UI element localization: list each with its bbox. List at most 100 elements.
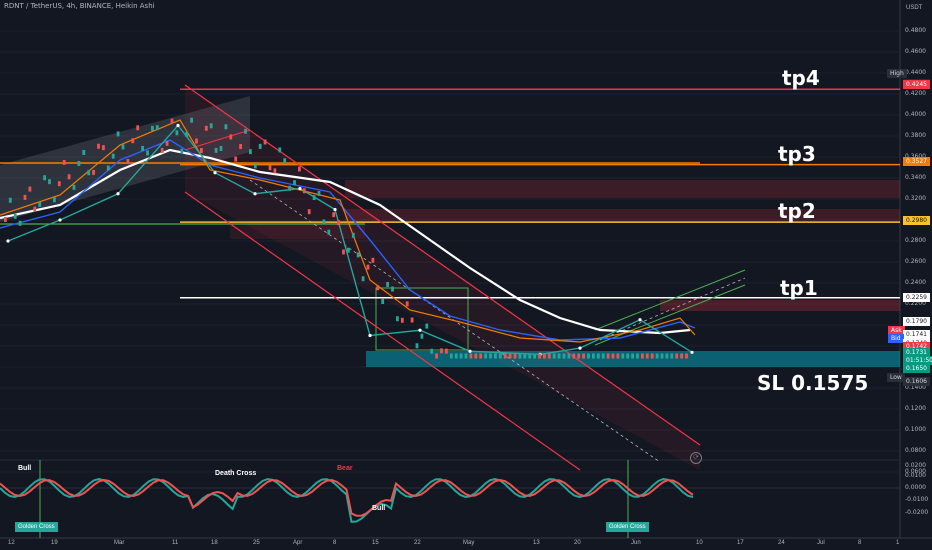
indicator-tick-label: 0.0000 [905, 484, 926, 491]
candle-body [631, 353, 634, 359]
channel-upper-line [184, 84, 701, 446]
candle-body [449, 353, 453, 359]
candle-body [538, 353, 541, 359]
price-tick-label: 0.2600 [905, 258, 926, 265]
price-tick-label: 0.4000 [905, 111, 926, 118]
price-point [690, 350, 694, 354]
tag-high-label: High [887, 69, 907, 78]
price-point [333, 207, 337, 212]
candle-body [53, 197, 56, 203]
price-tick-label: 0.1200 [905, 405, 926, 412]
candle-body [121, 144, 125, 150]
candle-body [645, 353, 649, 359]
candle-body [337, 220, 340, 226]
candle-body [567, 353, 571, 359]
candle-body [508, 353, 512, 359]
price-point [578, 346, 582, 350]
price-point [418, 328, 422, 332]
candle-body [170, 118, 174, 124]
candle-body [253, 163, 257, 169]
candle-body [258, 143, 262, 149]
candle-body [415, 343, 419, 349]
tag-zone: 0.1650 [903, 364, 930, 373]
candle-body [582, 353, 585, 359]
candle-body [523, 353, 527, 359]
candle-body [273, 168, 277, 174]
tp3-label: tp3 [778, 142, 816, 166]
indicator-label-bull-2: Bull [372, 505, 386, 512]
candle-body [67, 174, 71, 180]
candle-body [606, 353, 610, 359]
candle-body [513, 353, 517, 359]
candle-body [322, 219, 326, 225]
price-tick-label: 0.0800 [905, 447, 926, 454]
candle-body [484, 353, 487, 359]
candle-body [200, 148, 203, 154]
candle-body [371, 257, 375, 263]
candle-body [621, 353, 625, 359]
resistance-zone-1 [345, 180, 900, 198]
indicator-label-death-cross: Death Cross [215, 470, 257, 477]
candle-body [552, 353, 556, 359]
candle-body [77, 160, 81, 166]
candle-body [425, 323, 429, 329]
descending-channel-fill [185, 85, 700, 470]
time-tick-label: 8 [858, 540, 862, 546]
price-point [116, 192, 120, 196]
candle-body [503, 353, 507, 359]
candle-body [263, 139, 267, 145]
golden-cross-left: Golden Cross [15, 522, 58, 532]
candle-body [547, 353, 551, 359]
demand-box-1 [230, 223, 365, 239]
candle-body [410, 317, 414, 323]
tag-low-value: 0.1606 [903, 377, 930, 386]
time-tick-label: 12 [8, 540, 15, 546]
candle-body [8, 197, 12, 203]
candle-body [391, 286, 394, 292]
candle-body [680, 353, 683, 359]
candle-body [464, 353, 468, 359]
candle-body [72, 184, 76, 190]
price-point [176, 123, 180, 128]
price-tick-label: 0.1000 [905, 426, 926, 433]
candle-body [165, 140, 169, 146]
candle-body [430, 348, 434, 354]
candle-body [87, 170, 91, 176]
candle-body [650, 353, 654, 359]
candle-body [459, 353, 463, 359]
candle-body [366, 264, 370, 270]
candle-body [23, 194, 27, 200]
price-tick-label: 0.4400 [905, 69, 926, 76]
candle-body [298, 166, 301, 172]
price-tick-label: 0.4800 [905, 27, 926, 34]
tag-ask-value: 0.1790 [903, 317, 930, 326]
candle-body [13, 213, 17, 219]
candle-body [641, 353, 644, 359]
tag-tp4: 0.4245 [903, 80, 930, 89]
candle-body [577, 353, 581, 359]
candle-body [116, 131, 120, 137]
time-tick-label: 8 [333, 540, 337, 546]
candle-body [616, 353, 620, 359]
candle-body [670, 353, 674, 359]
candle-body [106, 165, 110, 171]
candle-body [312, 195, 316, 201]
candle-body [180, 148, 184, 154]
price-tick-label: 0.3800 [905, 132, 926, 139]
candle-body [489, 353, 492, 359]
candle-body [239, 144, 242, 150]
candle-body [33, 206, 37, 212]
candle-body [435, 353, 438, 359]
candle-body [469, 353, 473, 359]
candle-body [219, 146, 223, 152]
time-tick-label: 19 [51, 540, 58, 546]
candle-body [283, 158, 287, 164]
chart-title: RDNT / TetherUS, 4h, BINANCE, Heikin Ash… [4, 2, 155, 10]
candle-body [268, 165, 272, 171]
candle-body [361, 276, 365, 282]
replay-clock-icon[interactable]: ⟳ [690, 452, 702, 464]
candle-body [528, 353, 532, 359]
candle-body [190, 117, 193, 123]
candle-body [454, 353, 458, 359]
candle-body [562, 353, 566, 359]
